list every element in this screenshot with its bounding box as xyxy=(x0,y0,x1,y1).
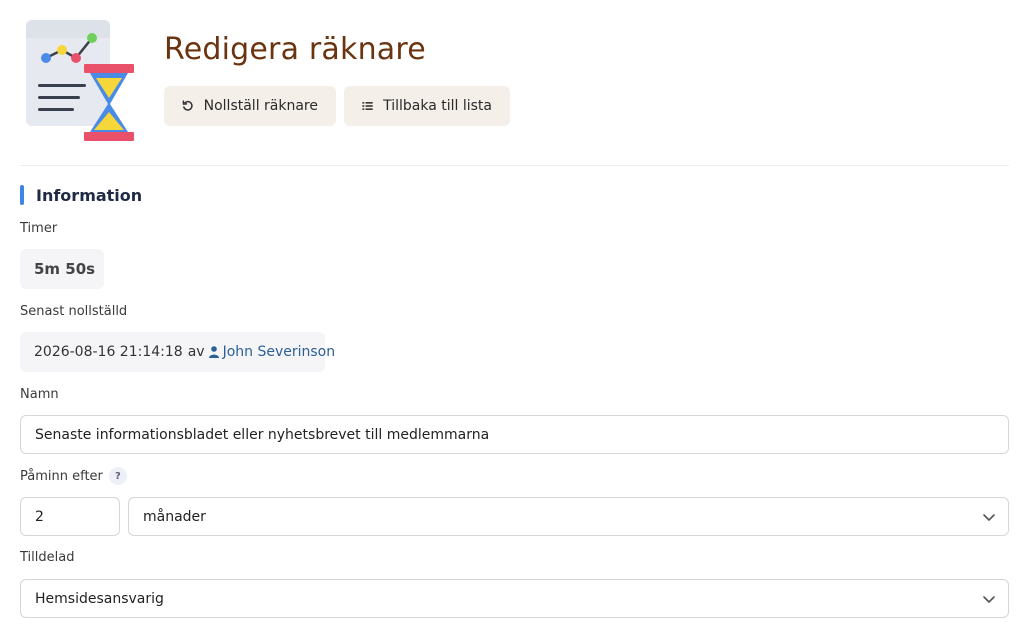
header-divider xyxy=(20,165,1009,166)
last-reset-user-name: John Severinson xyxy=(222,344,336,360)
remind-amount-value: 2 xyxy=(35,508,44,525)
name-input-value: Senaste informationsbladet eller nyhetsb… xyxy=(35,426,490,443)
help-icon[interactable]: ? xyxy=(108,467,127,485)
user-icon xyxy=(208,346,219,358)
timer-hourglass-chart-icon xyxy=(26,20,134,141)
assigned-value: Hemsidesansvarig xyxy=(35,590,164,607)
last-reset-by-word: av xyxy=(187,344,205,360)
back-to-list-label: Tillbaka till lista xyxy=(383,98,492,114)
last-reset-label: Senast nollställd xyxy=(20,304,128,319)
list-icon xyxy=(362,102,373,110)
last-reset-datetime: 2026-08-16 21:14:18 xyxy=(34,344,183,360)
section-header-information: Information xyxy=(20,185,142,205)
timer-label: Timer xyxy=(20,221,58,236)
chevron-down-icon xyxy=(983,596,995,603)
assigned-select[interactable]: Hemsidesansvarig xyxy=(20,579,1009,618)
remind-after-label: Påminn efter xyxy=(20,468,103,484)
last-reset-value: 2026-08-16 21:14:18 av John Severinson xyxy=(20,332,335,372)
section-accent-bar xyxy=(20,185,24,205)
last-reset-user-link[interactable]: John Severinson xyxy=(208,344,336,360)
undo-icon xyxy=(182,100,193,111)
remind-unit-select[interactable]: månader xyxy=(128,497,1009,536)
page-title: Redigera räknare xyxy=(164,32,426,67)
section-title: Information xyxy=(36,185,143,205)
remind-unit-value: månader xyxy=(143,508,206,525)
back-to-list-button[interactable]: Tillbaka till lista xyxy=(344,86,510,126)
name-label: Namn xyxy=(20,387,59,402)
assigned-label: Tilldelad xyxy=(20,550,75,565)
remind-amount-input[interactable]: 2 xyxy=(20,497,120,536)
reset-counter-label: Nollställ räknare xyxy=(203,98,318,114)
timer-value: 5m 50s xyxy=(20,249,104,289)
chevron-down-icon xyxy=(983,514,995,521)
reset-counter-button[interactable]: Nollställ räknare xyxy=(164,86,336,126)
name-input[interactable]: Senaste informationsbladet eller nyhetsb… xyxy=(20,415,1009,454)
remind-after-label-row: Påminn efter ? xyxy=(20,467,127,485)
page-header: Redigera räknare Nollställ räknare Tillb… xyxy=(20,14,1009,154)
